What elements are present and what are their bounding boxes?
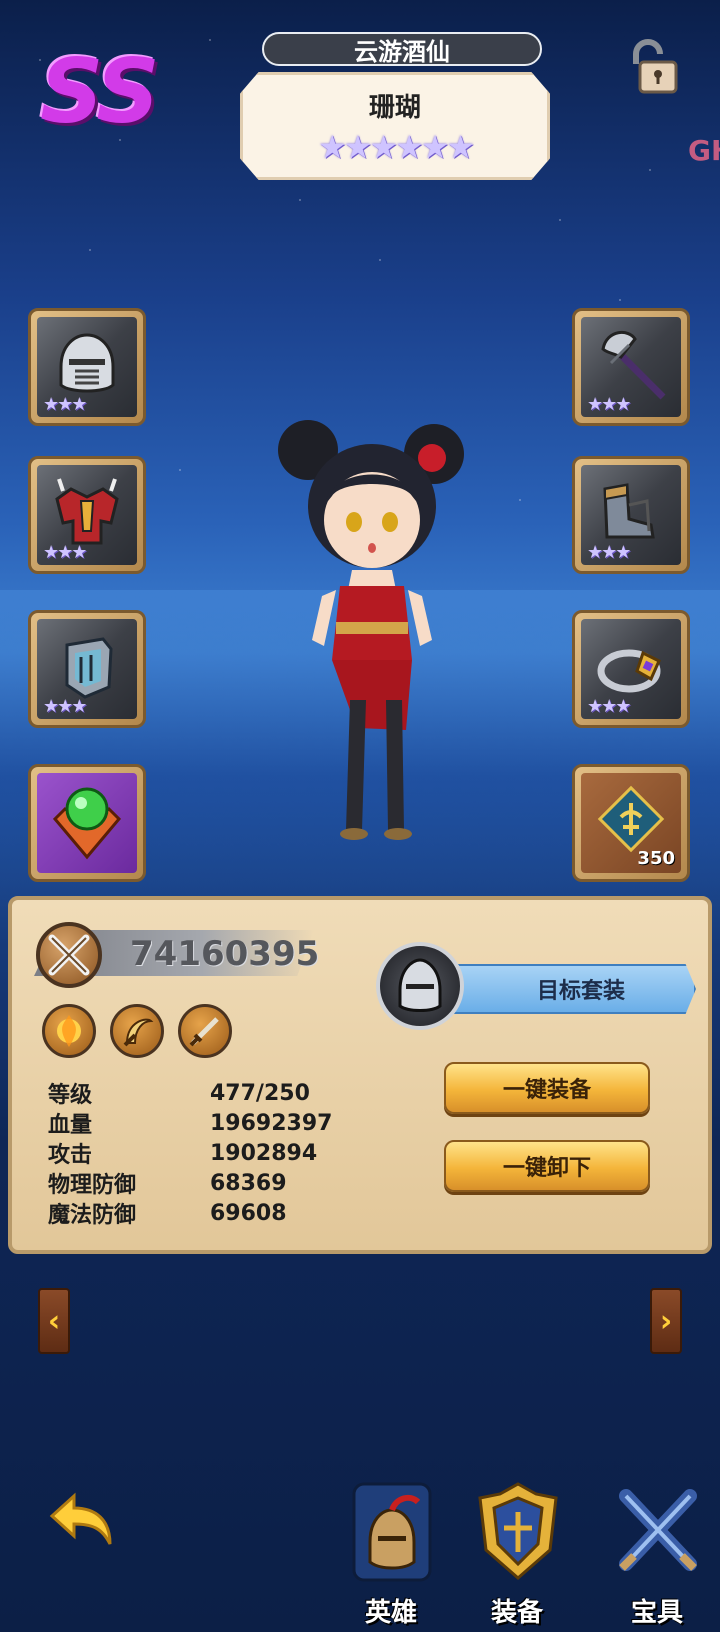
slot-weapon[interactable]: ★★★ — [572, 308, 690, 426]
rank-badge: SS — [40, 40, 160, 143]
skill-sword-icon[interactable] — [178, 1004, 232, 1058]
target-set-label: 目标套装 — [436, 964, 696, 1014]
slot-stars: ★★★ — [43, 542, 87, 563]
hero-name: 珊瑚 — [368, 93, 421, 123]
back-arrow-icon[interactable] — [44, 1490, 116, 1552]
side-tag: GH — [688, 134, 720, 167]
stat-value: 68369 — [210, 1170, 287, 1196]
slot-stars: ★★★ — [587, 542, 631, 563]
skill-sickle-icon[interactable] — [110, 1004, 164, 1058]
slot-ring[interactable]: ★★★ — [572, 610, 690, 728]
knight-helmet-icon — [344, 1480, 440, 1590]
slot-stars: ★★★ — [43, 696, 87, 717]
stat-row-magic-defense: 魔法防御 69608 — [48, 1198, 348, 1229]
prev-hero-button[interactable]: ‹ — [38, 1288, 70, 1354]
target-set-button[interactable]: 目标套装 — [376, 942, 696, 1032]
hero-name-plate: 珊瑚 ★★★★★★ — [240, 72, 550, 180]
helmet-icon — [376, 942, 464, 1030]
stat-label: 等级 — [48, 1083, 93, 1108]
slot-emblem[interactable] — [28, 764, 146, 882]
slot-boots[interactable]: ★★★ — [572, 456, 690, 574]
stats-list: 等级 477/250 血量 19692397 攻击 1902894 物理防御 6… — [48, 1078, 348, 1229]
stat-row-physical-defense: 物理防御 68369 — [48, 1168, 348, 1199]
next-hero-button[interactable]: › — [650, 1288, 682, 1354]
combat-power: 74160395 — [130, 934, 320, 974]
slot-helmet[interactable]: ★★★ — [28, 308, 146, 426]
unequip-all-button[interactable]: 一键卸下 — [444, 1140, 650, 1192]
slot-stars: ★★★ — [587, 394, 631, 415]
stat-label: 血量 — [48, 1113, 93, 1138]
slot-stars: ★★★ — [587, 696, 631, 717]
hero-model[interactable] — [262, 410, 482, 890]
stat-panel: 74160395 等级 477/250 血量 19692397 攻击 19028… — [8, 896, 712, 1254]
nav-treasures[interactable]: 宝具 — [602, 1480, 712, 1630]
slot-rune[interactable]: 350 — [572, 764, 690, 882]
stat-row-hp: 血量 19692397 — [48, 1108, 348, 1139]
slot-armor[interactable]: ★★★ — [28, 456, 146, 574]
hero-title: 云游酒仙 — [262, 32, 542, 66]
nav-heroes[interactable]: 英雄 — [336, 1480, 446, 1630]
shield-icon — [470, 1480, 566, 1590]
equip-all-button[interactable]: 一键装备 — [444, 1062, 650, 1114]
stat-label: 魔法防御 — [48, 1203, 137, 1228]
slot-gauntlet[interactable]: ★★★ — [28, 610, 146, 728]
nav-label: 英雄 — [364, 1598, 417, 1628]
crossed-swords-icon — [36, 922, 102, 988]
nav-label: 装备 — [490, 1598, 543, 1628]
stat-value: 1902894 — [210, 1140, 318, 1166]
nav-label: 宝具 — [630, 1598, 683, 1628]
crossed-swords-icon — [610, 1480, 706, 1590]
stat-row-level: 等级 477/250 — [48, 1078, 348, 1109]
nav-equipment[interactable]: 装备 — [462, 1480, 572, 1630]
stat-value: 19692397 — [210, 1110, 333, 1136]
stat-label: 物理防御 — [48, 1173, 137, 1198]
hero-star-rating: ★★★★★★ — [317, 128, 475, 166]
stat-value: 477/250 — [210, 1080, 310, 1106]
emblem-icon — [52, 787, 122, 860]
unlock-icon[interactable] — [622, 38, 682, 98]
stat-row-attack: 攻击 1902894 — [48, 1138, 348, 1169]
slot-stars: ★★★ — [43, 394, 87, 415]
skill-fire-icon[interactable] — [42, 1004, 96, 1058]
rune-count: 350 — [637, 848, 675, 869]
stat-label: 攻击 — [48, 1143, 93, 1168]
stat-value: 69608 — [210, 1200, 287, 1226]
